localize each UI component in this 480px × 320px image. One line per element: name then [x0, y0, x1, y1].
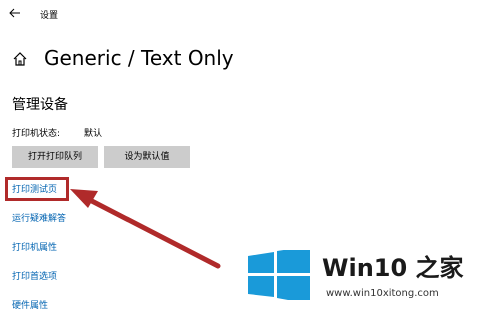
- printer-status-label: 打印机状态:: [12, 129, 61, 139]
- watermark-url: www.win10xitong.com: [326, 288, 439, 299]
- run-troubleshooter-link[interactable]: 运行疑难解答: [12, 213, 66, 225]
- page-title: Generic / Text Only: [44, 46, 234, 70]
- printing-preferences-link[interactable]: 打印首选项: [12, 271, 57, 283]
- highlight-box: [5, 177, 69, 201]
- windows-logo-icon: [248, 250, 310, 300]
- hardware-properties-link[interactable]: 硬件属性: [12, 300, 48, 312]
- settings-window: 设置 Generic / Text Only 管理设备 打印机状态: 默认 打开…: [0, 0, 480, 320]
- printer-status-value: 默认: [84, 129, 103, 139]
- section-title: 管理设备: [12, 97, 68, 113]
- open-print-queue-button[interactable]: 打开打印队列: [12, 146, 98, 168]
- window-title: 设置: [40, 11, 59, 21]
- set-default-button[interactable]: 设为默认值: [104, 146, 190, 168]
- home-icon: [13, 52, 27, 66]
- watermark-brand: Win10 之家: [322, 254, 464, 282]
- back-arrow-icon[interactable]: [8, 6, 22, 20]
- printer-properties-link[interactable]: 打印机属性: [12, 242, 57, 254]
